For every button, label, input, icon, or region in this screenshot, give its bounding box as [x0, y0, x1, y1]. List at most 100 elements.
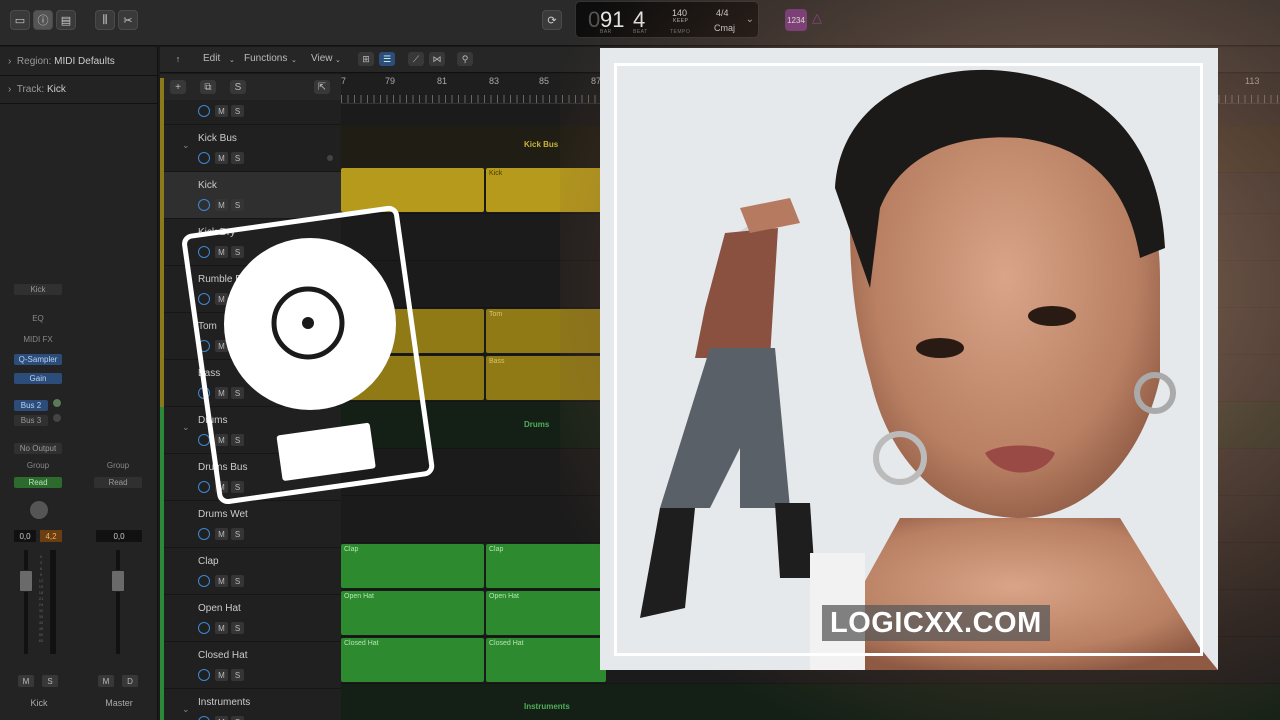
cycle-icon[interactable]: ⟳ [542, 10, 562, 30]
solo-button[interactable]: S [231, 528, 244, 540]
midi-region[interactable]: Closed Hat [341, 638, 484, 682]
master-group-slot[interactable]: Group [94, 460, 142, 471]
power-icon[interactable] [198, 622, 210, 634]
chevron-down-icon[interactable]: ⌄ [746, 14, 754, 25]
chevron-down-icon[interactable]: ⌄ [182, 140, 190, 151]
lcd-key: Cmaj [714, 23, 736, 33]
volume-fader-track[interactable] [24, 550, 28, 654]
track-row-closed-hat[interactable]: Closed Hat M S [160, 642, 341, 689]
master-volume-value[interactable]: 0,0 [96, 530, 142, 542]
setting-slot[interactable]: Kick [14, 284, 62, 295]
mute-button[interactable]: M [215, 528, 228, 540]
midi-region[interactable]: Clap [486, 544, 606, 588]
power-icon[interactable] [198, 105, 210, 117]
chevron-down-icon[interactable]: ⌄ [182, 704, 190, 715]
solo-button[interactable]: S [42, 675, 58, 687]
grid-view-icon[interactable]: ⊞ [358, 52, 374, 66]
eq-slot[interactable]: EQ [14, 313, 62, 324]
power-icon[interactable] [198, 152, 210, 164]
lcd-tempo: 140 [672, 8, 688, 18]
solo-button[interactable]: S [231, 669, 244, 681]
track-prefix: Track: [16, 84, 45, 95]
chevron-down-icon: ⌄ [291, 57, 297, 64]
master-dim-button[interactable]: D [122, 675, 138, 687]
summary-region-label: Drums [524, 420, 550, 429]
channel-strip-master: Group Read 0,0 M D Master [94, 284, 154, 720]
midi-region[interactable]: Kick [486, 168, 606, 212]
view-menu[interactable]: View [311, 53, 333, 64]
edit-menu[interactable]: Edit [203, 53, 220, 64]
mute-button[interactable]: M [215, 622, 228, 634]
midi-region[interactable]: Bass [486, 356, 606, 400]
mixer-icon[interactable]: ⫼ [95, 10, 115, 30]
send-slot-1[interactable]: Bus 2 [14, 400, 48, 411]
track-inspector-header[interactable]: › Track: Kick [8, 84, 66, 95]
track-row-open-hat[interactable]: Open Hat M S [160, 595, 341, 642]
meter-scale: 0 3 6 9 12 15 18 21 24 30 35 40 45 50 60 [38, 554, 44, 643]
track-row-kick-bus[interactable]: ⌄ Kick Bus M S [160, 125, 341, 172]
midi-region[interactable]: Open Hat [486, 591, 606, 635]
solo-button[interactable]: S [231, 716, 244, 720]
lcd-display[interactable]: 0 91 4 BAR BEAT 140 KEEP TEMPO 4/4 Cmaj … [575, 1, 759, 38]
mute-button[interactable]: M [215, 105, 228, 117]
mute-button[interactable]: M [215, 575, 228, 587]
mute-button[interactable]: M [215, 152, 228, 164]
master-fader[interactable] [111, 570, 125, 592]
lcd-time-signature: 4/4 [716, 8, 729, 18]
flex-icon[interactable]: ⋈ [429, 52, 445, 66]
midi-region[interactable]: Tom [486, 309, 606, 353]
power-icon[interactable] [198, 716, 210, 720]
midi-region[interactable]: Closed Hat [486, 638, 606, 682]
functions-menu[interactable]: Functions [244, 53, 287, 64]
master-automation-mode[interactable]: Read [94, 477, 142, 488]
solo-button[interactable]: S [231, 622, 244, 634]
catch-icon[interactable]: ⚲ [457, 52, 473, 66]
power-icon[interactable] [198, 528, 210, 540]
group-slot[interactable]: Group [14, 460, 62, 471]
midi-region[interactable]: Clap [341, 544, 484, 588]
automation-icon[interactable]: ⟋ [408, 52, 424, 66]
master-mute-button[interactable]: M [98, 675, 114, 687]
solo-button[interactable]: S [231, 105, 244, 117]
power-icon[interactable] [198, 575, 210, 587]
midi-fx-slot[interactable]: MIDI FX [14, 334, 62, 345]
midi-region[interactable]: Open Hat [341, 591, 484, 635]
volume-fader[interactable] [19, 570, 33, 592]
region-name: Clap [344, 546, 359, 553]
master-fader-track[interactable] [116, 550, 120, 654]
metronome-icon[interactable]: △ [812, 11, 826, 25]
solo-button[interactable]: S [231, 575, 244, 587]
peak-value[interactable]: 4,2 [40, 530, 62, 542]
count-in-badge[interactable]: 1234 [785, 9, 807, 31]
mute-button[interactable]: M [215, 716, 228, 720]
pan-knob[interactable] [28, 499, 50, 521]
up-arrow-icon[interactable]: ↑ [170, 52, 186, 66]
power-icon[interactable] [198, 669, 210, 681]
scissors-icon[interactable]: ✂ [118, 10, 138, 30]
track-row[interactable]: M S [160, 78, 341, 125]
mute-button[interactable]: M [215, 669, 228, 681]
library-icon[interactable]: ▭ [10, 10, 30, 30]
region-inspector-header[interactable]: › Region: MIDI Defaults [8, 56, 115, 67]
track-row-clap[interactable]: Clap M S [160, 548, 341, 595]
mute-button[interactable]: M [18, 675, 34, 687]
toolbar-icon[interactable]: ▤ [56, 10, 76, 30]
solo-button[interactable]: S [231, 152, 244, 164]
chevron-right-icon: › [8, 84, 12, 95]
list-view-icon[interactable]: ☰ [379, 52, 395, 66]
track-color [160, 501, 164, 548]
region-name: Kick [489, 170, 503, 177]
plugin-slot[interactable]: Gain [14, 373, 62, 384]
send-knob-2[interactable] [52, 413, 62, 423]
output-slot[interactable]: No Output [14, 443, 62, 454]
automation-mode[interactable]: Read [14, 477, 62, 488]
lane-instruments[interactable]: Instruments [341, 684, 1280, 720]
track-color [160, 266, 164, 313]
send-slot-2[interactable]: Bus 3 [14, 415, 48, 426]
instrument-slot[interactable]: Q-Sampler [14, 354, 62, 365]
track-color [160, 454, 164, 501]
inspector-icon[interactable]: ⓘ [33, 10, 53, 30]
volume-value[interactable]: 0,0 [14, 530, 36, 542]
send-knob-1[interactable] [52, 398, 62, 408]
track-row-instruments[interactable]: ⌄ Instruments M S [160, 689, 341, 720]
